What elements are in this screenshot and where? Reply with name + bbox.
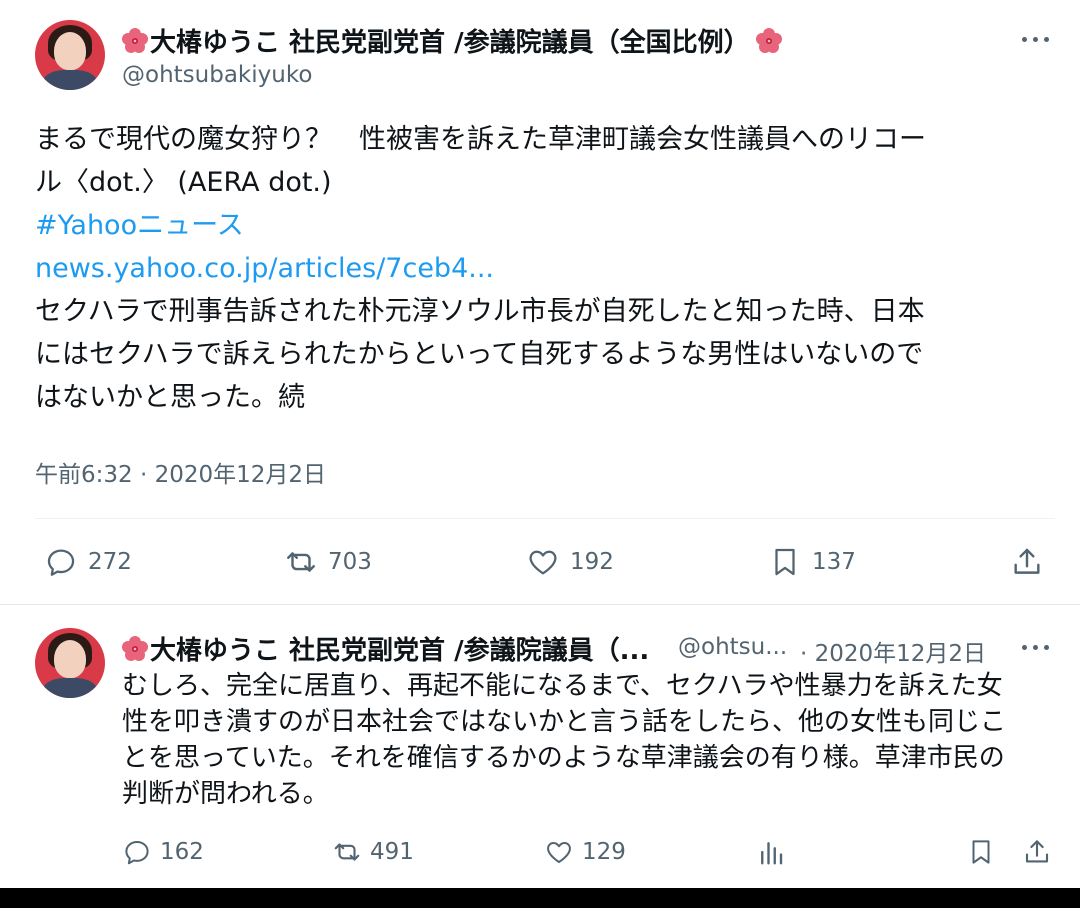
hashtag-link[interactable]: #Yahooニュース — [35, 204, 926, 247]
hibiscus-icon — [120, 26, 150, 56]
retweet-count: 703 — [328, 549, 372, 575]
more-icon[interactable] — [1022, 642, 1052, 652]
like-button[interactable]: 129 — [544, 837, 626, 867]
retweet-button[interactable]: 491 — [332, 837, 414, 867]
avatar[interactable] — [35, 628, 105, 698]
views-icon — [761, 842, 783, 865]
reply-icon — [47, 549, 75, 576]
share-button[interactable] — [1010, 545, 1054, 579]
article-link[interactable]: news.yahoo.co.jp/articles/7ceb4... — [35, 247, 926, 290]
reply-icon — [125, 841, 149, 865]
reply-count: 162 — [160, 839, 204, 865]
like-count: 192 — [570, 549, 614, 575]
divider — [35, 518, 1055, 519]
bottom-bar — [0, 888, 1080, 908]
hibiscus-icon — [754, 26, 784, 56]
hibiscus-icon — [120, 634, 150, 664]
reply-button[interactable]: 272 — [44, 545, 132, 579]
bookmark-button[interactable] — [966, 837, 1004, 867]
handle[interactable]: @ohtsubakiyuko — [122, 62, 312, 88]
tweet-thread: 大椿ゆうこ 社民党副党首 /参議院議員（全国比例） @ohtsubakiyuko… — [0, 0, 1080, 888]
handle[interactable]: @ohtsu... — [678, 634, 787, 660]
bookmark-icon — [972, 840, 990, 864]
bookmark-icon — [775, 548, 795, 576]
like-count: 129 — [582, 839, 626, 865]
display-name[interactable]: 大椿ゆうこ 社民党副党首 /参議院議員（... — [120, 630, 649, 667]
divider — [0, 604, 1080, 605]
retweet-icon — [287, 552, 315, 572]
tweet-date[interactable]: · 2020年12月2日 — [800, 634, 986, 668]
like-icon — [547, 842, 571, 863]
like-button[interactable]: 192 — [526, 545, 614, 579]
share-icon — [1014, 548, 1040, 574]
retweet-count: 491 — [370, 839, 414, 865]
tweet-body: まるで現代の魔女狩り？ 性被害を訴えた草津町議会女性議員へのリコー ル〈dot.… — [35, 124, 926, 413]
retweet-icon — [334, 843, 360, 861]
share-icon — [1025, 840, 1049, 863]
reply-button[interactable]: 162 — [122, 837, 204, 867]
bookmark-count: 137 — [812, 549, 856, 575]
like-icon — [529, 550, 557, 575]
avatar[interactable] — [35, 20, 105, 90]
share-button[interactable] — [1022, 837, 1060, 867]
tweet-body: むしろ、完全に居直り、再起不能になるまで、セクハラや性暴力を訴えた女 性を叩き潰… — [122, 671, 1007, 809]
retweet-button[interactable]: 703 — [284, 545, 372, 579]
timestamp[interactable]: 午前6:32 · 2020年12月2日 — [35, 455, 326, 489]
more-icon[interactable] — [1022, 34, 1052, 44]
views-button[interactable] — [756, 837, 794, 867]
reply-count: 272 — [88, 549, 132, 575]
display-name[interactable]: 大椿ゆうこ 社民党副党首 /参議院議員（全国比例） — [120, 22, 784, 59]
bookmark-button[interactable]: 137 — [768, 545, 856, 579]
